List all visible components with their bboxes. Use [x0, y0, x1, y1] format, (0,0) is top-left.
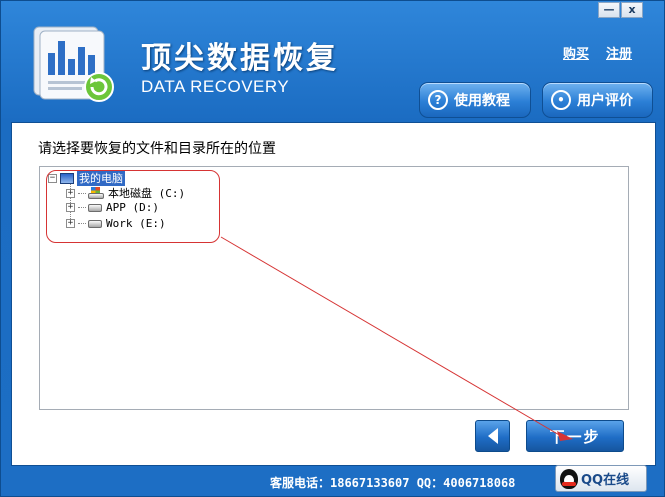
app-subtitle: DATA RECOVERY: [141, 77, 290, 96]
contact-info: 客服电话：18667133607 QQ：4006718068: [270, 476, 516, 490]
review-label: 用户评价: [577, 93, 633, 109]
qq-penguin-icon: [560, 468, 578, 489]
user-review-button[interactable]: • 用户评价: [542, 82, 653, 118]
app-window: — x 顶尖数据恢复 DATA RECOVERY 购买 注册 ? 使用教程 • …: [0, 0, 665, 497]
register-link[interactable]: 注册: [606, 43, 632, 62]
app-logo-icon: [33, 26, 114, 102]
qq-label: QQ在线: [581, 473, 630, 488]
tutorial-label: 使用教程: [454, 93, 510, 109]
help-icon: ?: [428, 90, 448, 110]
chat-icon: •: [551, 90, 571, 110]
annotation-highlight: [46, 170, 220, 243]
minimize-button[interactable]: —: [598, 2, 620, 18]
location-prompt: 请选择要恢复的文件和目录所在的位置: [38, 141, 276, 157]
qq-online-button[interactable]: QQ在线: [555, 465, 647, 492]
next-button[interactable]: 下一步: [526, 420, 624, 452]
arrow-left-icon: [487, 428, 498, 444]
app-title: 顶尖数据恢复: [141, 41, 339, 76]
close-button[interactable]: x: [621, 2, 643, 18]
tutorial-button[interactable]: ? 使用教程: [419, 82, 531, 118]
back-button[interactable]: [475, 420, 510, 452]
buy-link[interactable]: 购买: [563, 43, 589, 62]
